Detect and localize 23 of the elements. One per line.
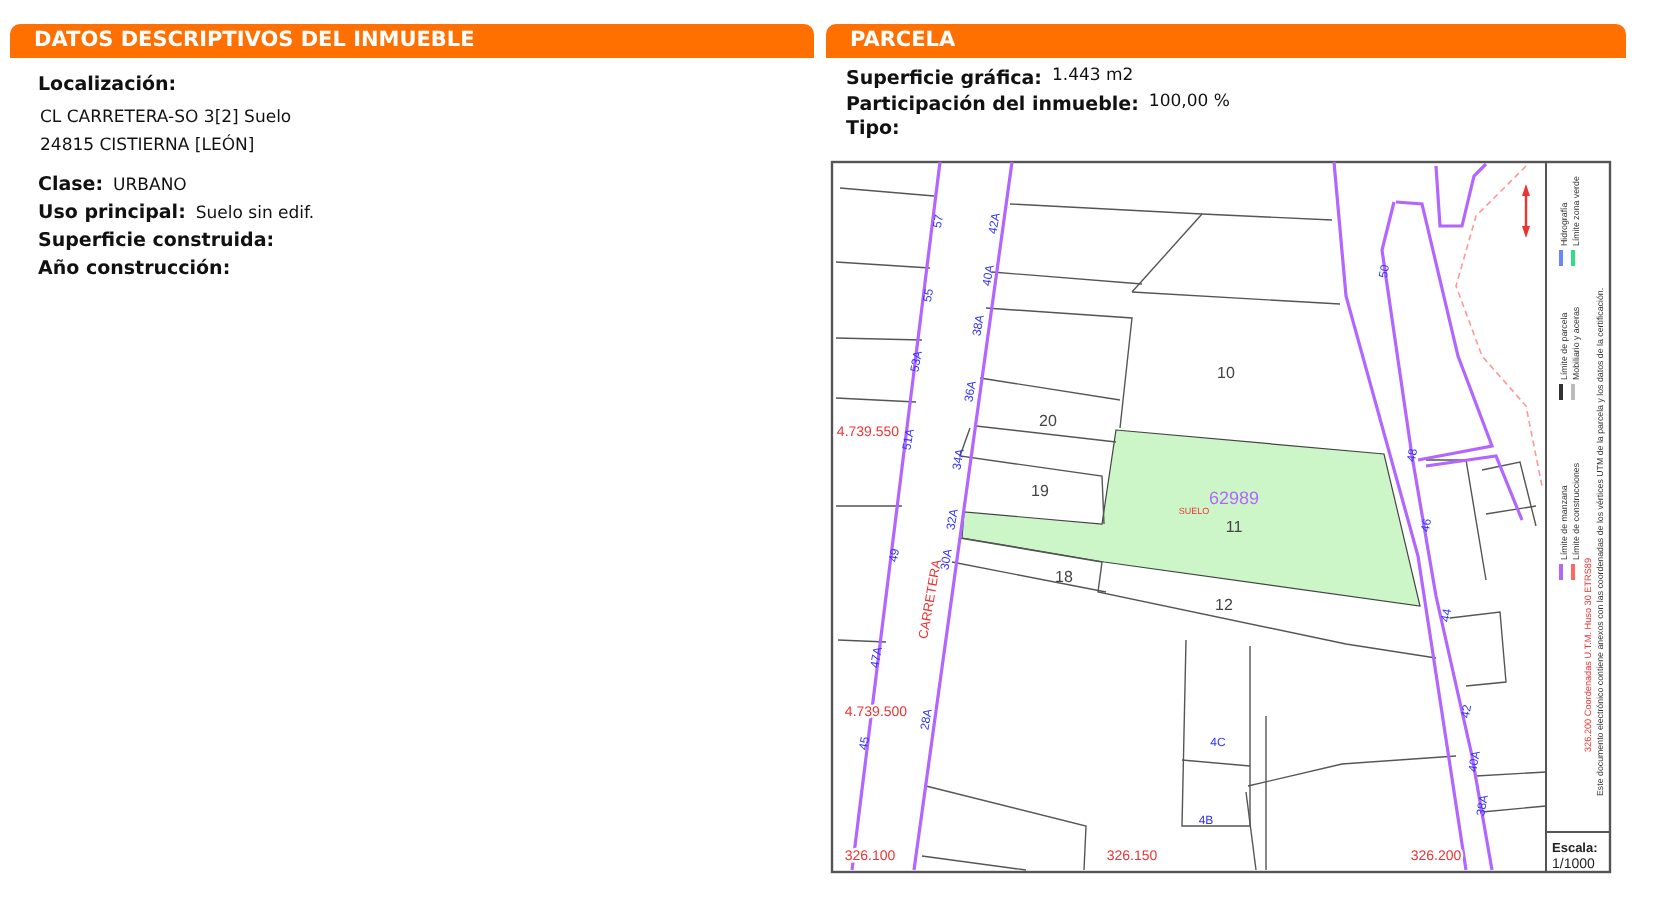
field-value: Suelo sin edif. [195, 202, 315, 228]
field-label: Uso principal: [38, 200, 186, 228]
section-header: PARCELA [825, 24, 1626, 58]
parcel-label: 20 [1039, 411, 1057, 429]
field-label: Tipo: [845, 118, 900, 143]
field-value: 1.443 m2 [1051, 64, 1134, 89]
address-line: CL CARRETERA-SO 3[2] Suelo [38, 106, 294, 132]
field-label: Superficie gráfica: [845, 68, 1042, 93]
field-label: Año construcción: [38, 256, 231, 284]
parcel-label: 62989 [1208, 487, 1259, 507]
parcel-label: 18 [1055, 567, 1073, 585]
parcel-label: 19 [1031, 481, 1049, 499]
field-label: Clase: [38, 172, 104, 200]
field-value: URBANO [113, 174, 187, 200]
field-label: Superficie construida: [38, 228, 275, 256]
parcel-label: 12 [1215, 595, 1233, 613]
address-line: 24815 CISTIERNA [LEÓN] [38, 132, 257, 160]
field-label: Participación del inmueble: [845, 93, 1139, 118]
section-header: DATOS DESCRIPTIVOS DEL INMUEBLE [10, 24, 814, 58]
parcel-label: 11 [1225, 517, 1243, 535]
field-value: 100,00 % [1148, 89, 1230, 114]
field-label: Localización: [38, 74, 179, 96]
parcel-label: 10 [1217, 363, 1235, 381]
